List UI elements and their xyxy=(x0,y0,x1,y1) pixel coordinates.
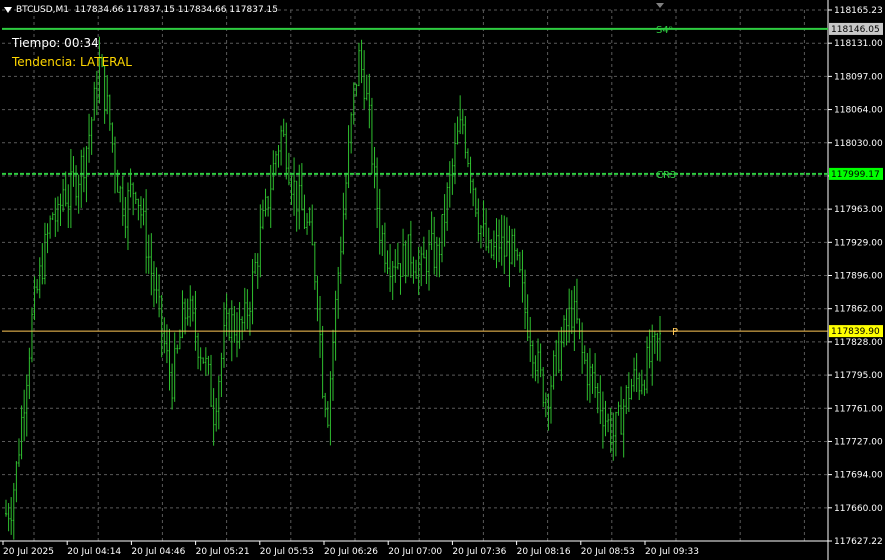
x-tick-label: 20 Jul 08:16 xyxy=(517,547,571,557)
y-tick-label: 117660.00 xyxy=(834,504,883,514)
y-tick-label: 118131.00 xyxy=(834,39,883,49)
x-tick-label: 20 Jul 07:00 xyxy=(388,547,442,557)
x-tick-label: 20 Jul 07:36 xyxy=(452,547,506,557)
chart-header: BTCUSD,M1 117834.66 117837.15 117834.66 … xyxy=(4,5,278,15)
y-tick-label: 117727.00 xyxy=(834,437,883,447)
y-tick-label: 117828.00 xyxy=(834,338,883,348)
chart-background xyxy=(0,0,885,560)
x-tick-label: 20 Jul 04:14 xyxy=(67,547,121,557)
y-tick-label: 117627.22 xyxy=(834,537,883,547)
level-price-label: 118146.05 xyxy=(831,25,880,35)
y-tick-label: 117694.00 xyxy=(834,471,883,481)
trend-label: Tendencia: LATERAL xyxy=(12,55,132,69)
symbol-label: BTCUSD,M1 xyxy=(16,5,70,15)
y-tick-label: 117862.00 xyxy=(834,305,883,315)
y-tick-label: 117795.00 xyxy=(834,371,883,381)
y-tick-label: 118064.00 xyxy=(834,106,883,116)
y-tick-label: 118097.00 xyxy=(834,72,883,82)
chart-area[interactable]: 118165.23 118131.00 118097.00 118064.00 1180… xyxy=(0,0,885,560)
x-tick-label: 20 Jul 05:21 xyxy=(196,547,250,557)
x-tick-label: 20 Jul 06:26 xyxy=(324,547,378,557)
x-tick-label: 20 Jul 04:46 xyxy=(131,547,185,557)
level-price-label: 117999.17 xyxy=(831,170,880,180)
x-tick-label: 20 Jul 08:53 xyxy=(581,547,635,557)
y-tick-label: 118165.23 xyxy=(834,6,883,16)
y-tick-label: 117929.00 xyxy=(834,238,883,248)
x-tick-label: 20 Jul 05:53 xyxy=(260,547,314,557)
y-tick-label: 117896.00 xyxy=(834,272,883,282)
level-name-label: P xyxy=(672,327,678,338)
level-name-label: CR3 xyxy=(656,170,676,181)
time-label: Tiempo: 00:34 xyxy=(12,36,99,50)
ohlc-values: 117834.66 117837.15 117834.66 117837.15 xyxy=(74,5,279,15)
level-price-label: 117839.90 xyxy=(831,327,880,337)
y-tick-label: 118030.00 xyxy=(834,139,883,149)
y-tick-label: 117761.00 xyxy=(834,404,883,414)
x-tick-label: 20 Jul 2025 xyxy=(3,547,54,557)
collapse-triangle-icon[interactable] xyxy=(4,6,12,13)
x-tick-label: 20 Jul 09:33 xyxy=(645,547,699,557)
price-chart[interactable]: 118165.23 118131.00 118097.00 118064.00 1180… xyxy=(0,0,885,560)
y-tick-label: 117963.00 xyxy=(834,205,883,215)
level-name-label: S4ⁿ xyxy=(656,25,673,36)
